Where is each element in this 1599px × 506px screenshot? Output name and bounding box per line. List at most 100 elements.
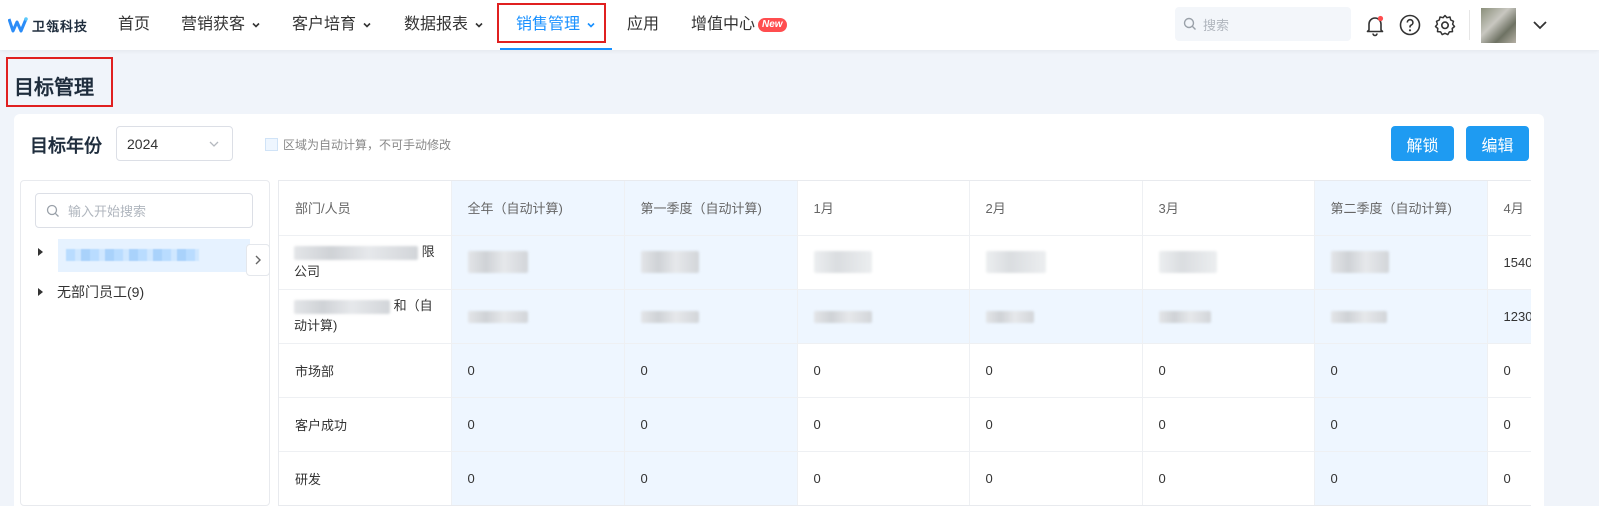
caret-right-icon[interactable] [38, 288, 43, 296]
year-select[interactable]: 2024 [116, 126, 233, 161]
table-cell[interactable]: 0 [1142, 343, 1315, 398]
nav-reports[interactable]: 数据报表 [404, 0, 484, 50]
redacted-value [640, 311, 699, 324]
table-cell[interactable]: 0 [797, 451, 970, 505]
redacted-text [294, 245, 418, 260]
nav-sales-management[interactable]: 销售管理 [516, 0, 596, 50]
table-cell[interactable]: 0 [969, 343, 1143, 398]
tree-node-label: 无部门员工(9) [57, 284, 145, 300]
search-placeholder: 搜索 [1203, 17, 1230, 33]
redacted-text [294, 299, 390, 314]
table-cell[interactable]: 0 [797, 343, 970, 398]
table-row: 市场部 0 0 0 0 0 0 0 [279, 343, 1531, 398]
row-name-line1: 限 [421, 244, 435, 259]
page-title: 目标管理 [14, 77, 94, 99]
redacted-value [467, 251, 528, 273]
collapse-panel-button[interactable] [246, 244, 270, 276]
row-name-line2: 动计算) [294, 318, 338, 333]
table-cell [624, 289, 798, 344]
table-cell[interactable] [969, 235, 1143, 290]
nav-apps[interactable]: 应用 [627, 0, 659, 50]
chevron-down-icon[interactable] [1532, 18, 1548, 32]
table-cell[interactable]: 0 [1142, 397, 1315, 452]
avatar[interactable] [1481, 8, 1516, 43]
redacted-value [813, 311, 872, 324]
logo-mark-icon [8, 17, 28, 33]
table-cell[interactable]: 0 [1487, 451, 1531, 505]
row-name-cell: 研发 [279, 451, 452, 505]
chevron-down-icon [363, 22, 371, 28]
redacted-value [813, 251, 872, 273]
row-name-cell: 限 公司 [279, 235, 452, 290]
table-cell: 0 [451, 397, 625, 452]
table-cell[interactable]: 0 [1487, 397, 1531, 452]
column-header: 2月 [969, 181, 1143, 236]
nav-home[interactable]: 首页 [118, 0, 150, 50]
table-cell[interactable]: 0 [969, 451, 1143, 505]
chevron-right-icon [255, 255, 261, 265]
active-tab-indicator [500, 48, 612, 50]
column-header: 第二季度（自动计算) [1314, 181, 1488, 236]
table-cell[interactable]: 1540 [1487, 235, 1531, 290]
table-header-row: 部门/人员 全年（自动计算) 第一季度（自动计算) 1月 2月 3月 第二季度（… [279, 181, 1531, 236]
tree-node-company[interactable] [38, 248, 57, 256]
table-cell[interactable]: 0 [969, 397, 1143, 452]
gear-icon[interactable] [1433, 13, 1457, 37]
unlock-button[interactable]: 解锁 [1391, 126, 1454, 161]
table-cell[interactable] [1142, 235, 1315, 290]
nav-marketing-label: 营销获客 [181, 16, 246, 33]
column-header: 3月 [1142, 181, 1315, 236]
search-icon [46, 204, 59, 217]
table-cell [969, 289, 1143, 344]
top-navigation-bar: 卫瓴科技 首页 营销获客 客户培育 数据报表 销售管理 应用 增值中心 New … [0, 0, 1599, 50]
nav-home-label: 首页 [118, 16, 151, 33]
table-cell[interactable] [797, 235, 970, 290]
search-icon [1183, 17, 1196, 30]
nav-nurture-label: 客户培育 [292, 16, 357, 33]
row-name-cell: 和（自 动计算) [279, 289, 452, 344]
chevron-down-icon [475, 22, 483, 28]
logo[interactable]: 卫瓴科技 [8, 15, 88, 35]
nav-apps-label: 应用 [627, 16, 660, 33]
column-header: 1月 [797, 181, 970, 236]
nav-nurture[interactable]: 客户培育 [292, 0, 372, 50]
table-cell: 0 [624, 451, 798, 505]
table-cell: 0 [451, 343, 625, 398]
table-cell[interactable]: 0 [797, 397, 970, 452]
table-cell: 0 [1314, 397, 1488, 452]
row-name-cell: 客户成功 [279, 397, 452, 452]
table-cell: 0 [451, 451, 625, 505]
global-search-input[interactable]: 搜索 [1175, 7, 1351, 41]
table-cell [451, 235, 625, 290]
redacted-value [467, 311, 528, 324]
tree-node-no-dept[interactable]: 无部门员工(9) [38, 282, 144, 302]
target-year-label: 目标年份 [30, 136, 102, 156]
column-header: 第一季度（自动计算) [624, 181, 798, 236]
legend-swatch [265, 138, 278, 151]
help-icon[interactable] [1398, 13, 1422, 37]
nav-value-center-label: 增值中心 [691, 16, 756, 33]
new-badge: New [758, 18, 787, 32]
nav-value-center[interactable]: 增值中心 New [691, 0, 787, 50]
tree-search-input[interactable]: 输入开始搜索 [35, 193, 253, 228]
auto-calc-legend: 区域为自动计算，不可手动修改 [265, 136, 451, 153]
nav-marketing[interactable]: 营销获客 [181, 0, 261, 50]
table-cell [624, 235, 798, 290]
edit-button[interactable]: 编辑 [1466, 126, 1529, 161]
table-cell[interactable]: 0 [1487, 343, 1531, 398]
table-cell [1314, 289, 1488, 344]
table-row: 客户成功 0 0 0 0 0 0 0 [279, 397, 1531, 452]
table-cell [451, 289, 625, 344]
row-name-line2: 公司 [294, 264, 321, 279]
redacted-value [1330, 311, 1387, 324]
chevron-down-icon [587, 22, 595, 28]
table-cell [1314, 235, 1488, 290]
redacted-value [1330, 251, 1389, 273]
column-header: 4月 [1487, 181, 1531, 236]
table-cell [797, 289, 970, 344]
bell-icon[interactable] [1363, 13, 1387, 37]
caret-right-icon[interactable] [38, 248, 43, 256]
logo-text: 卫瓴科技 [32, 18, 89, 34]
table-cell[interactable]: 0 [1142, 451, 1315, 505]
legend-text: 区域为自动计算，不可手动修改 [283, 138, 452, 152]
